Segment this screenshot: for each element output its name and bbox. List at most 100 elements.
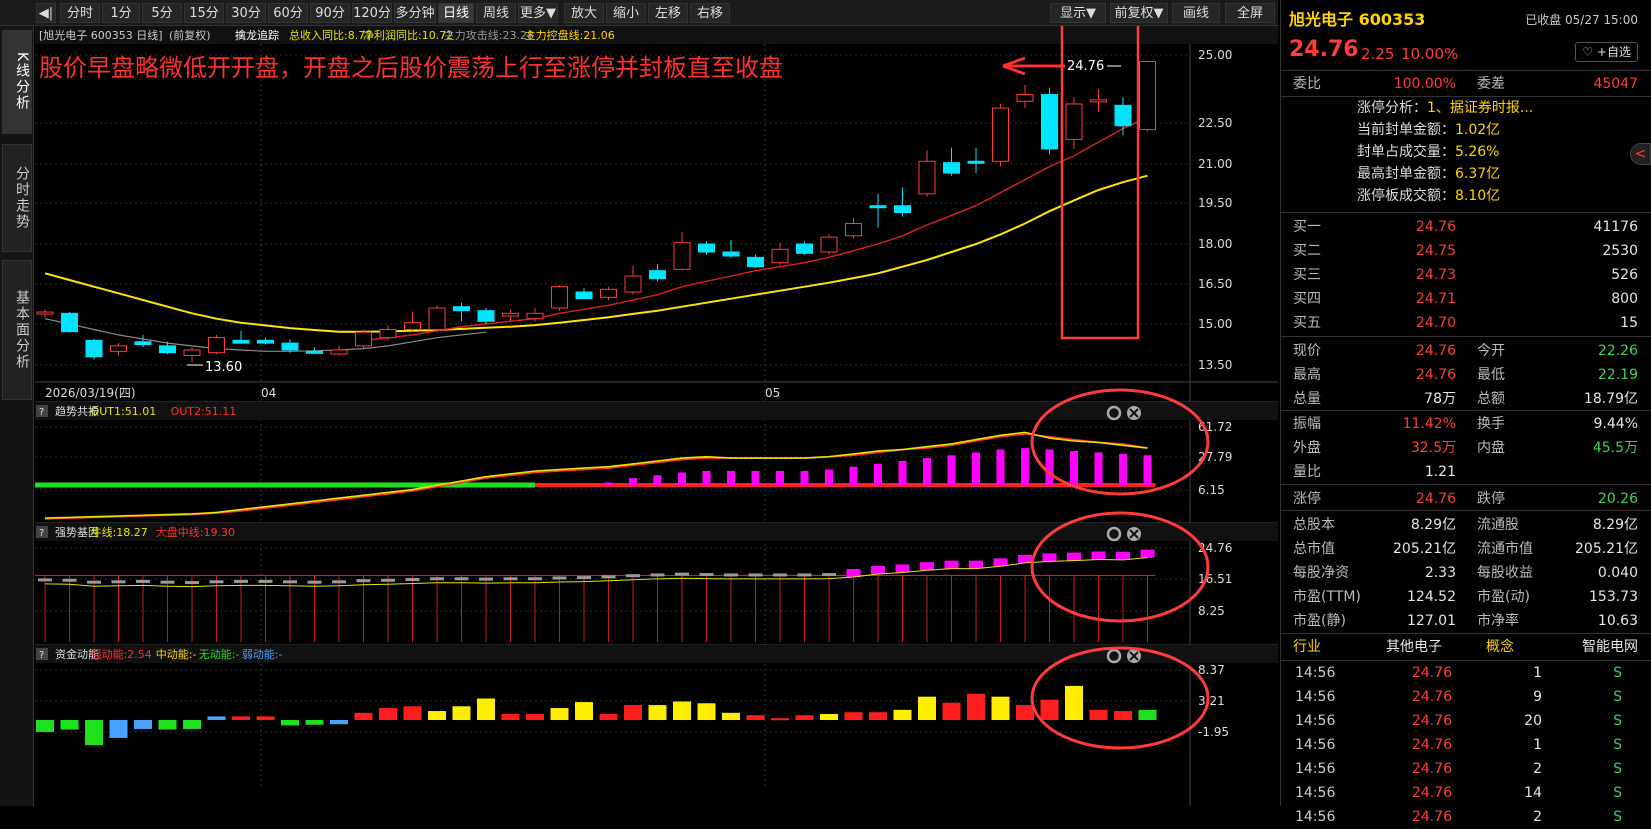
period-tab-11[interactable]: 更多▼ <box>518 3 558 23</box>
fund-label-3-0: 市盈(TTM) <box>1293 589 1361 605</box>
sub3-bar-33 <box>844 712 863 720</box>
bid-label-1: 买二 <box>1293 243 1321 259</box>
period-tab-2[interactable]: 5分 <box>142 3 182 23</box>
bid-price-0: 24.76 <box>1415 219 1456 235</box>
sub1-bar-28 <box>727 471 735 485</box>
tick-time-2: 14:56 <box>1295 713 1336 729</box>
sub3-bar-22 <box>575 702 593 720</box>
sep-5 <box>1281 484 1651 485</box>
sub2-mark-38 <box>969 560 983 569</box>
weicha-value: 45047 <box>1593 76 1638 92</box>
limit-analysis-value-0: 1、据证券时报... <box>1427 100 1534 116</box>
sub1-bar-34 <box>874 463 882 485</box>
sub3-legend-3: 无动能:- <box>199 647 240 661</box>
industry-value[interactable]: 其他电子 <box>1386 635 1442 659</box>
period-tab-3[interactable]: 15分 <box>184 3 224 23</box>
period-tab-7[interactable]: 120分 <box>352 3 392 23</box>
sub2-mark-9 <box>258 579 273 583</box>
fund-label-2-1: 每股收益 <box>1477 565 1533 581</box>
candle-body-45 <box>1139 61 1156 131</box>
toolbar-right-2[interactable]: 画线 <box>1172 3 1220 23</box>
candle-body-8 <box>232 339 250 344</box>
left-tab-1[interactable]: 分时走势 <box>2 144 32 252</box>
tick-row-2: 14:56 24.76 20 S <box>1281 709 1651 733</box>
toolbar-action-2[interactable]: 左移 <box>648 3 688 23</box>
candle-body-30 <box>771 248 789 264</box>
fund-value-3-1: 153.73 <box>1589 589 1638 605</box>
fund-value-3-0: 124.52 <box>1407 589 1456 605</box>
candle-body-23 <box>600 288 617 298</box>
sub1-bar-29 <box>751 471 760 485</box>
tick-time-1: 14:56 <box>1295 689 1336 705</box>
toolbar-action-0[interactable]: 放大 <box>564 3 604 23</box>
toolbar-right-1[interactable]: 前复权▼ <box>1110 3 1168 23</box>
collapse-icon[interactable]: ◀| <box>36 3 56 23</box>
left-tab-0[interactable]: K线分析 <box>2 30 32 134</box>
fund-label-4-1: 市净率 <box>1477 613 1519 629</box>
sub2-help-glyph: ? <box>39 528 44 539</box>
sub3-bar-35 <box>893 709 912 720</box>
candle-body-31 <box>796 243 813 254</box>
bid-row-3: 买四 24.71 800 <box>1281 287 1651 311</box>
sub1-bar-37 <box>947 455 956 485</box>
bid-volume-2: 526 <box>1611 267 1638 283</box>
price-tick-5: 16.50 <box>1198 277 1232 291</box>
sub2-mark-6 <box>185 581 199 585</box>
stock-header: 旭光电子 600353 已收盘 05/27 15:00 <box>1281 8 1651 34</box>
period-tab-5[interactable]: 60分 <box>268 3 308 23</box>
sub3-bar-30 <box>771 718 789 721</box>
tick-row-0: 14:56 24.76 1 S <box>1281 661 1651 685</box>
quote-label-1-0: 最高 <box>1293 367 1321 383</box>
collapse-handle-icon[interactable]: < <box>1630 143 1651 165</box>
quote2-label-1-1: 内盘 <box>1477 440 1505 456</box>
period-toolbar: ◀| 分时 1分 5分 15分 30分 60分 90分 120分 多分钟 日线 周线 更多▼ 放大 缩小 左移… <box>0 0 1278 26</box>
weibi-label: 委比 <box>1293 76 1321 92</box>
date-label-start: 2026/03/19(四) <box>45 386 136 400</box>
tick-price-3: 24.76 <box>1411 737 1452 753</box>
ma-red-line-0 <box>363 116 1148 342</box>
period-tab-0[interactable]: 分时 <box>60 3 100 23</box>
bid-price-4: 24.70 <box>1415 315 1456 331</box>
quote2-row-0: 振幅 11.42% 换手 9.44% <box>1281 412 1651 436</box>
period-tab-1[interactable]: 1分 <box>102 3 140 23</box>
sub1-bar-40 <box>1021 448 1029 485</box>
period-tab-8[interactable]: 多分钟 <box>394 3 436 23</box>
sub3-bar-4 <box>134 720 152 729</box>
toolbar-action-1[interactable]: 缩小 <box>606 3 646 23</box>
kline-chart-svg: [旭光电子 600353 日线] (前复权) 擒龙追踪 总收入同比:8.77净利润同比… <box>35 18 1278 806</box>
period-tab-9[interactable]: 日线 <box>438 3 474 23</box>
concept-value[interactable]: 智能电网 <box>1582 635 1638 659</box>
fund-row-1: 总市值 205.21亿 流通市值 205.21亿 <box>1281 537 1651 561</box>
limit-analysis-row-2: 封单占成交量： 5.26% <box>1281 141 1651 163</box>
tick-volume-3: 1 <box>1533 737 1542 753</box>
sub2-mark-37 <box>944 560 959 569</box>
tick-price-1: 24.76 <box>1411 689 1452 705</box>
period-tab-6[interactable]: 90分 <box>310 3 350 23</box>
quote-label-1-1: 最低 <box>1477 367 1505 383</box>
sub1-bar-39 <box>996 449 1005 485</box>
toolbar-action-3[interactable]: 右移 <box>690 3 730 23</box>
sub2-legend-2: 大盘中线:19.30 <box>156 525 235 539</box>
sub3-bar-15 <box>403 706 422 720</box>
candle-body-27 <box>698 243 715 253</box>
fund-label-2-0: 每股净资 <box>1293 565 1349 581</box>
left-tab-2[interactable]: 基本面分析 <box>2 260 32 400</box>
sub1-bar-45 <box>1143 455 1152 485</box>
period-tab-4[interactable]: 30分 <box>226 3 266 23</box>
period-tab-10[interactable]: 周线 <box>476 3 516 23</box>
sub1-bar-35 <box>898 461 907 485</box>
limit-value-0-0: 24.76 <box>1415 491 1456 507</box>
tick-volume-6: 2 <box>1533 809 1542 825</box>
limit-analysis-label-2: 封单占成交量： <box>1357 144 1455 160</box>
quote2-label-0-1: 换手 <box>1477 416 1505 432</box>
add-favorite-button[interactable]: ♡ +自选 <box>1575 42 1638 62</box>
date-label-apr: 04 <box>261 386 276 400</box>
candle-body-29 <box>747 256 764 268</box>
toolbar-right-3[interactable]: 全屏 <box>1225 3 1275 23</box>
high-price-label: 24.76 <box>1067 59 1104 74</box>
toolbar-right-0[interactable]: 显示▼ <box>1050 3 1106 23</box>
sub2-mark-45 <box>1140 549 1155 558</box>
sub3-bar-37 <box>942 702 961 720</box>
candle-body-35 <box>894 205 911 214</box>
tick-direction-0: S <box>1613 665 1622 681</box>
